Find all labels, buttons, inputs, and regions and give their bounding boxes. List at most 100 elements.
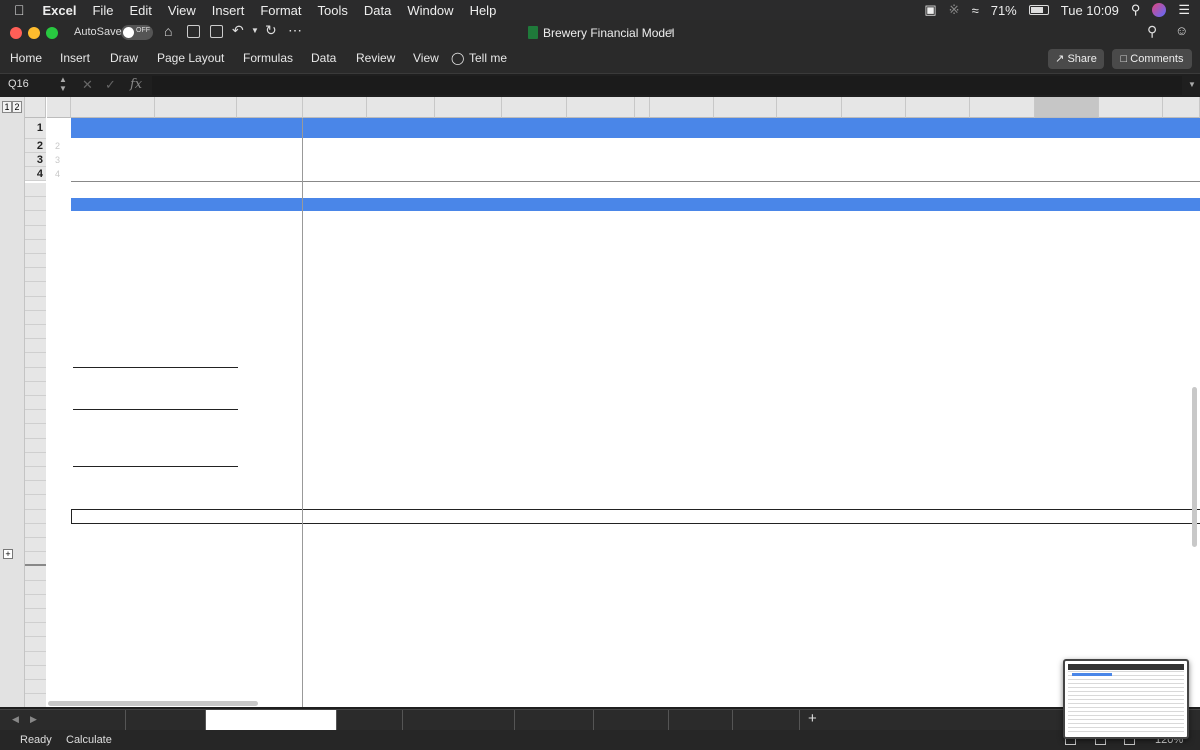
- confirm-entry-icon[interactable]: ✓: [105, 77, 116, 93]
- value-cell[interactable]: [502, 368, 563, 382]
- value-cell[interactable]: [303, 282, 363, 296]
- sheet-tab-dashboard[interactable]: [126, 710, 206, 730]
- value-cell[interactable]: [1099, 410, 1159, 424]
- value-cell[interactable]: [650, 297, 710, 311]
- value-cell[interactable]: [367, 368, 431, 382]
- value-cell[interactable]: [906, 226, 966, 240]
- column-header-d[interactable]: [237, 97, 303, 118]
- value-cell[interactable]: [970, 396, 1031, 410]
- value-cell[interactable]: [842, 325, 902, 339]
- row-header-76[interactable]: [25, 396, 46, 411]
- undo-icon[interactable]: ↶: [232, 22, 244, 39]
- tab-review[interactable]: Review: [356, 51, 395, 65]
- value-cell[interactable]: [650, 481, 710, 495]
- value-cell[interactable]: [435, 339, 498, 353]
- column-header-i[interactable]: [567, 97, 635, 118]
- more-commands-icon[interactable]: ⋯: [288, 22, 302, 39]
- value-cell[interactable]: [842, 467, 902, 481]
- value-cell[interactable]: [435, 368, 498, 382]
- wifi-icon[interactable]: ≈: [972, 3, 979, 18]
- value-cell[interactable]: [777, 282, 838, 296]
- value-cell[interactable]: [1035, 538, 1095, 552]
- value-cell[interactable]: [303, 396, 363, 410]
- value-cell[interactable]: [906, 282, 966, 296]
- value-cell[interactable]: [567, 396, 631, 410]
- value-cell[interactable]: [714, 453, 773, 467]
- select-all-corner[interactable]: [25, 97, 46, 118]
- row-header-86[interactable]: [25, 538, 46, 553]
- row-header-77[interactable]: [25, 410, 46, 425]
- row-header-105[interactable]: [25, 694, 46, 707]
- value-cell[interactable]: [567, 325, 631, 339]
- value-cell[interactable]: [1099, 396, 1159, 410]
- sheet-tab-expenses[interactable]: [594, 710, 669, 730]
- row-header-102[interactable]: [25, 651, 46, 666]
- share-button[interactable]: ↗ Share: [1048, 49, 1104, 69]
- value-cell[interactable]: [777, 325, 838, 339]
- value-cell[interactable]: [1099, 453, 1159, 467]
- column-header-h[interactable]: [502, 97, 567, 118]
- value-cell[interactable]: [367, 467, 431, 481]
- column-header-e[interactable]: [303, 97, 367, 118]
- row-header-83[interactable]: [25, 495, 46, 510]
- value-cell[interactable]: [842, 282, 902, 296]
- value-cell[interactable]: [650, 226, 710, 240]
- value-cell[interactable]: [502, 396, 563, 410]
- menu-view[interactable]: View: [160, 3, 204, 18]
- minimize-window-button[interactable]: [28, 27, 40, 39]
- row-header-67[interactable]: [25, 268, 46, 283]
- sheet-tab-debt[interactable]: [733, 710, 800, 730]
- value-cell[interactable]: [714, 353, 773, 367]
- row-header-82[interactable]: [25, 481, 46, 496]
- value-cell[interactable]: [1035, 410, 1095, 424]
- scroll-tabs-left-icon[interactable]: ◀: [12, 714, 19, 725]
- value-cell[interactable]: [906, 339, 966, 353]
- bluetooth-icon[interactable]: ※: [949, 2, 960, 18]
- value-cell[interactable]: [1099, 325, 1159, 339]
- column-header-b[interactable]: [71, 97, 155, 118]
- value-cell[interactable]: [1035, 353, 1095, 367]
- add-sheet-button[interactable]: +: [808, 710, 817, 727]
- value-cell[interactable]: [1099, 439, 1159, 453]
- value-cell[interactable]: [367, 254, 431, 268]
- value-cell[interactable]: [435, 410, 498, 424]
- value-cell[interactable]: [1099, 254, 1159, 268]
- row-header-80[interactable]: [25, 452, 46, 467]
- value-cell[interactable]: [714, 325, 773, 339]
- value-cell[interactable]: [1035, 297, 1095, 311]
- value-cell[interactable]: [367, 453, 431, 467]
- tab-view[interactable]: View: [413, 51, 439, 65]
- value-cell[interactable]: [435, 481, 498, 495]
- account-icon[interactable]: ☺: [1175, 23, 1188, 38]
- row-header-70[interactable]: [25, 310, 46, 325]
- value-cell[interactable]: [1035, 339, 1095, 353]
- value-cell[interactable]: [777, 439, 838, 453]
- column-header-k[interactable]: [650, 97, 714, 118]
- formula-input[interactable]: [152, 76, 1182, 95]
- row-header-101[interactable]: [25, 637, 46, 652]
- value-cell[interactable]: [714, 538, 773, 552]
- value-cell[interactable]: [842, 439, 902, 453]
- tell-me-field[interactable]: Tell me: [469, 51, 507, 65]
- value-cell[interactable]: [303, 339, 363, 353]
- value-cell[interactable]: [777, 368, 838, 382]
- row-header-1[interactable]: 1: [25, 118, 46, 139]
- row-header-104[interactable]: [25, 680, 46, 695]
- value-cell[interactable]: [435, 325, 498, 339]
- menu-insert[interactable]: Insert: [204, 3, 253, 18]
- value-cell[interactable]: [367, 353, 431, 367]
- horizontal-scrollbar[interactable]: [48, 701, 258, 706]
- menu-excel[interactable]: Excel: [35, 3, 85, 18]
- value-cell[interactable]: [1163, 254, 1196, 268]
- name-box-stepper-icon[interactable]: ▲ ▼: [59, 75, 67, 93]
- value-cell[interactable]: [906, 538, 966, 552]
- value-cell[interactable]: [502, 538, 563, 552]
- value-cell[interactable]: [567, 538, 631, 552]
- value-cell[interactable]: [970, 439, 1031, 453]
- row-header-99[interactable]: [25, 609, 46, 624]
- row-header-71[interactable]: [25, 325, 46, 340]
- value-cell[interactable]: [303, 254, 363, 268]
- column-header-q[interactable]: [1035, 97, 1099, 118]
- value-cell[interactable]: [1099, 481, 1159, 495]
- value-cell[interactable]: [502, 325, 563, 339]
